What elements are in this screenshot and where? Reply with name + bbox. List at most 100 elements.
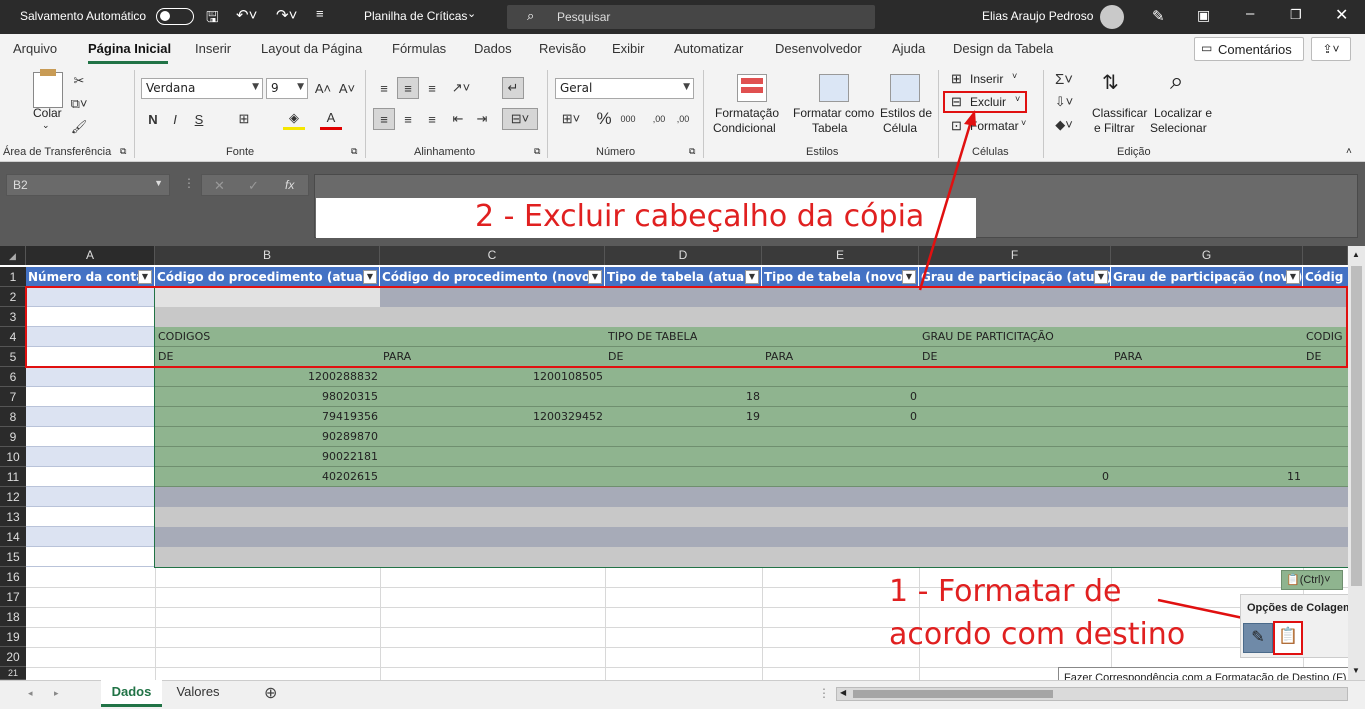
row-header[interactable]: 9 (0, 427, 26, 447)
insert-button[interactable]: Inserir (970, 72, 1003, 86)
align-left-icon[interactable]: ≡ (373, 108, 395, 130)
scroll-thumb[interactable] (1351, 266, 1362, 586)
cell-styles-icon[interactable] (890, 74, 920, 102)
autosave-toggle[interactable] (156, 8, 194, 25)
prev-sheet-icon[interactable]: ◂ (28, 688, 33, 699)
collapse-ribbon-icon[interactable]: ˄ (1346, 146, 1352, 157)
minimize-icon[interactable]: – (1246, 5, 1254, 22)
filter-dropdown-icon[interactable]: ▼ (902, 270, 916, 284)
conditional-format-label-2[interactable]: Condicional (713, 121, 776, 135)
undo-icon[interactable]: ↶˅ (236, 6, 257, 24)
column-header-c[interactable]: C (380, 246, 605, 265)
table-header[interactable]: Códig (1303, 267, 1348, 287)
table-header[interactable]: Número da conta ▼ (26, 267, 155, 287)
percent-icon[interactable]: % (593, 108, 615, 130)
row-header[interactable]: 4 (0, 327, 26, 347)
chevron-down-icon[interactable]: ⌄ (42, 120, 50, 131)
cell-b7[interactable]: 98020315 (155, 387, 378, 407)
paste-options-button[interactable]: 📋(Ctrl)˅ (1281, 570, 1343, 590)
align-center-icon[interactable]: ≡ (397, 108, 419, 130)
match-destination-format-icon[interactable]: 📋 (1273, 621, 1303, 655)
tab-ajuda[interactable]: Ajuda (892, 41, 925, 56)
avatar[interactable] (1100, 5, 1124, 29)
column-header-h[interactable] (1303, 246, 1348, 265)
cell-f11[interactable]: 0 (919, 467, 1109, 487)
close-icon[interactable]: ✕ (1335, 5, 1348, 25)
keep-source-format-icon[interactable]: ✎ (1243, 623, 1273, 653)
comments-button[interactable]: ▭ Comentários (1194, 37, 1304, 61)
file-name[interactable]: Planilha de Críticas (364, 9, 467, 23)
cell-c8[interactable]: 1200329452 (380, 407, 603, 427)
filter-dropdown-icon[interactable]: ▼ (588, 270, 602, 284)
merge-center-icon[interactable]: ⊟˅ (502, 108, 538, 130)
cell-d8[interactable]: 19 (605, 407, 760, 427)
orientation-icon[interactable]: ↗˅ (450, 77, 472, 99)
tab-exibir[interactable]: Exibir (612, 41, 645, 56)
format-painter-icon[interactable]: 🖌 (68, 116, 90, 138)
table-header[interactable]: Código do procedimento (novo) ▼ (380, 267, 605, 287)
sheet-tab-valores[interactable]: Valores (166, 684, 230, 699)
row-header[interactable]: 13 (0, 507, 26, 527)
cancel-icon[interactable]: ✕ (214, 178, 225, 194)
row-header[interactable]: 15 (0, 547, 26, 567)
tab-formulas[interactable]: Fórmulas (392, 41, 446, 56)
filter-dropdown-icon[interactable]: ▼ (1094, 270, 1108, 284)
increase-indent-icon[interactable]: ⇥ (471, 108, 493, 130)
insert-function-icon[interactable]: fx (285, 178, 294, 192)
row-header[interactable]: 8 (0, 407, 26, 427)
format-as-table-label[interactable]: Formatar como (793, 106, 874, 120)
dialog-launcher-icon[interactable]: ⧉ (351, 146, 357, 157)
cell-b9[interactable]: 90289870 (155, 427, 378, 447)
row-header[interactable]: 19 (0, 627, 26, 647)
borders-icon[interactable]: ⊞ (233, 108, 255, 130)
copy-icon[interactable]: ⧉˅ (68, 93, 90, 115)
conditional-format-icon[interactable] (737, 74, 767, 102)
fill-color-icon[interactable]: ◈ (283, 108, 305, 130)
table-header[interactable]: Grau de participação (atual) ▼ (919, 267, 1111, 287)
next-sheet-icon[interactable]: ▸ (54, 688, 59, 699)
dialog-launcher-icon[interactable]: ⧉ (689, 146, 695, 157)
restore-icon[interactable]: ❐ (1290, 7, 1302, 23)
dialog-launcher-icon[interactable]: ⧉ (534, 146, 540, 157)
add-sheet-icon[interactable]: ⊕ (264, 683, 277, 703)
tab-revisao[interactable]: Revisão (539, 41, 586, 56)
row-header[interactable]: 5 (0, 347, 26, 367)
tab-design-tabela[interactable]: Design da Tabela (953, 41, 1053, 56)
cell-styles-label-2[interactable]: Célula (883, 121, 917, 135)
find-select-label[interactable]: Localizar e (1154, 106, 1212, 120)
cell-g11[interactable]: 11 (1111, 467, 1301, 487)
sort-filter-label[interactable]: Classificar (1092, 106, 1147, 120)
cell-d7[interactable]: 18 (605, 387, 760, 407)
increase-decimal-icon[interactable]: ,00 (648, 108, 670, 130)
fill-icon[interactable]: ⇩˅ (1053, 91, 1075, 113)
chevron-down-icon[interactable]: ⌄ (467, 7, 476, 20)
tab-desenvolvedor[interactable]: Desenvolvedor (775, 41, 862, 56)
autosum-icon[interactable]: Σ˅ (1053, 68, 1075, 90)
sheet-tab-dados[interactable]: Dados (101, 680, 162, 707)
underline-button[interactable]: S (188, 108, 210, 130)
column-header-f[interactable]: F (919, 246, 1111, 265)
align-top-icon[interactable]: ≡ (373, 77, 395, 99)
cut-icon[interactable]: ✂ (68, 70, 90, 92)
filter-dropdown-icon[interactable]: ▼ (138, 270, 152, 284)
number-format-combo[interactable]: Geral ▼ (555, 78, 694, 99)
save-icon[interactable]: 🖫 (206, 7, 219, 32)
dialog-launcher-icon[interactable]: ⧉ (120, 146, 126, 157)
paste-icon[interactable] (33, 69, 63, 108)
name-box[interactable]: B2 ▼ (6, 174, 170, 196)
bold-button[interactable]: N (142, 108, 164, 130)
row-header[interactable]: 18 (0, 607, 26, 627)
scroll-thumb[interactable] (853, 690, 1053, 698)
sort-filter-label-2[interactable]: e Filtrar (1094, 121, 1135, 135)
user-name[interactable]: Elias Araujo Pedroso (982, 9, 1093, 23)
table-header[interactable]: Grau de participação (novo) ▼ (1111, 267, 1303, 287)
scroll-up-icon[interactable]: ▲ (1352, 250, 1360, 259)
horizontal-scrollbar[interactable]: ◀ (836, 687, 1348, 701)
align-bottom-icon[interactable]: ≡ (421, 77, 443, 99)
table-header[interactable]: Tipo de tabela (novo) ▼ (762, 267, 919, 287)
scroll-left-icon[interactable]: ◀ (840, 688, 846, 697)
align-middle-icon[interactable]: ≡ (397, 77, 419, 99)
vertical-scrollbar[interactable]: ▲ ▼ (1348, 246, 1365, 680)
row-header[interactable]: 10 (0, 447, 26, 467)
wrap-text-icon[interactable]: ↵ (502, 77, 524, 99)
